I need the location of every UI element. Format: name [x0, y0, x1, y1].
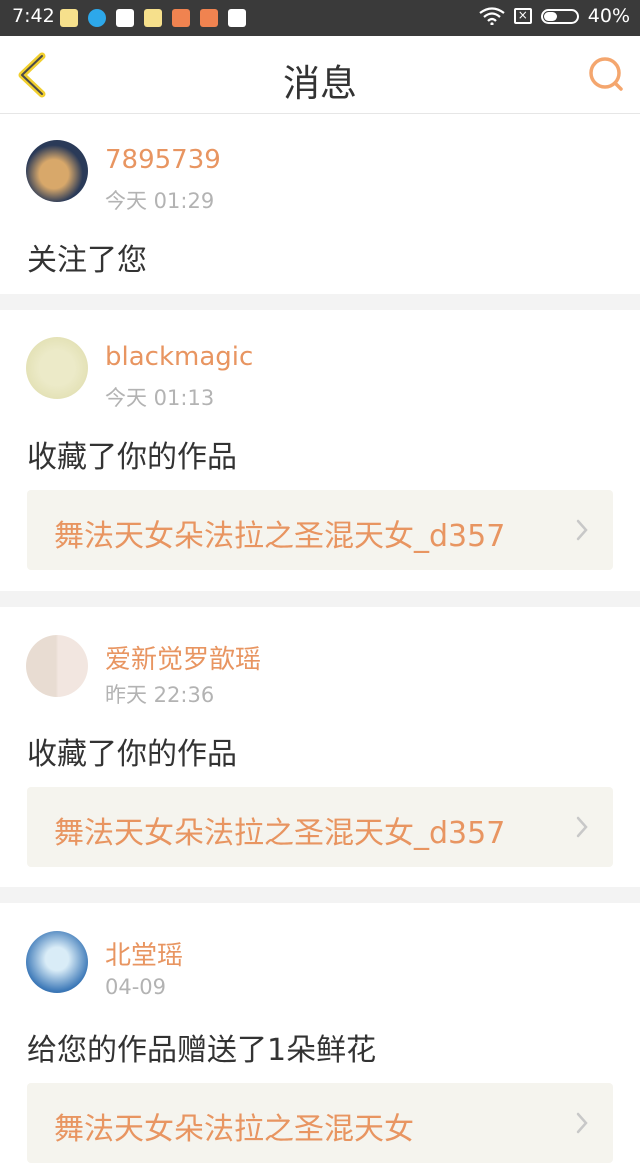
message-time: 今天 01:13 — [105, 386, 215, 410]
work-card[interactable]: 舞法天女朵法拉之圣混天女 — [27, 1083, 613, 1163]
message-list[interactable]: 7895739 今天 01:29 关注了您 blackmagic 今天 01:1… — [0, 114, 640, 1163]
message-username[interactable]: 爱新觉罗歆瑶 — [105, 639, 261, 676]
mail-icon — [172, 9, 190, 27]
work-title[interactable]: 舞法天女朵法拉之圣混天女_d357 — [54, 511, 505, 555]
avatar[interactable] — [26, 931, 88, 993]
status-time: 7:42 — [12, 5, 55, 27]
message-time: 04-09 — [105, 975, 167, 999]
play-store-icon — [116, 9, 134, 27]
divider — [0, 294, 640, 310]
message-item[interactable]: 北堂瑶 04-09 给您的作品赠送了1朵鲜花 舞法天女朵法拉之圣混天女 — [0, 903, 640, 1163]
emoji-face-icon — [144, 9, 162, 27]
search-icon[interactable] — [586, 54, 626, 94]
mail-icon — [200, 9, 218, 27]
message-action: 关注了您 — [27, 243, 147, 278]
avatar[interactable] — [26, 337, 88, 399]
status-bar: 7:42 × 40% — [0, 0, 640, 36]
chevron-right-icon — [576, 519, 588, 541]
emoji-face-icon — [60, 9, 78, 27]
message-action: 收藏了你的作品 — [27, 440, 237, 475]
work-card[interactable]: 舞法天女朵法拉之圣混天女_d357 — [27, 490, 613, 570]
work-title[interactable]: 舞法天女朵法拉之圣混天女 — [54, 1104, 414, 1148]
message-item[interactable]: 7895739 今天 01:29 关注了您 — [0, 114, 640, 294]
status-right: × 40% — [479, 5, 630, 27]
work-title[interactable]: 舞法天女朵法拉之圣混天女_d357 — [54, 808, 505, 852]
battery-icon — [540, 8, 579, 24]
notification-icons — [60, 9, 246, 27]
battery-percent: 40% — [587, 5, 630, 27]
chevron-right-icon — [576, 816, 588, 838]
avatar[interactable] — [26, 140, 88, 202]
divider — [0, 887, 640, 903]
chevron-right-icon — [576, 1112, 588, 1134]
top-navbar: 消息 — [0, 36, 640, 114]
no-sim-icon: × — [513, 8, 532, 24]
message-action: 给您的作品赠送了1朵鲜花 — [27, 1033, 377, 1068]
wifi-icon — [479, 7, 505, 25]
message-username[interactable]: 北堂瑶 — [105, 935, 183, 972]
blue-circle-icon — [88, 9, 106, 27]
divider — [0, 591, 640, 607]
play-store-icon — [228, 9, 246, 27]
message-username[interactable]: 7895739 — [105, 145, 221, 175]
page-title: 消息 — [283, 62, 357, 105]
work-card[interactable]: 舞法天女朵法拉之圣混天女_d357 — [27, 787, 613, 867]
message-action: 收藏了你的作品 — [27, 737, 237, 772]
message-item[interactable]: 爱新觉罗歆瑶 昨天 22:36 收藏了你的作品 舞法天女朵法拉之圣混天女_d35… — [0, 607, 640, 887]
message-time: 昨天 22:36 — [105, 683, 215, 707]
message-time: 今天 01:29 — [105, 189, 215, 213]
avatar[interactable] — [26, 635, 88, 697]
message-item[interactable]: blackmagic 今天 01:13 收藏了你的作品 舞法天女朵法拉之圣混天女… — [0, 310, 640, 591]
message-username[interactable]: blackmagic — [105, 342, 253, 372]
